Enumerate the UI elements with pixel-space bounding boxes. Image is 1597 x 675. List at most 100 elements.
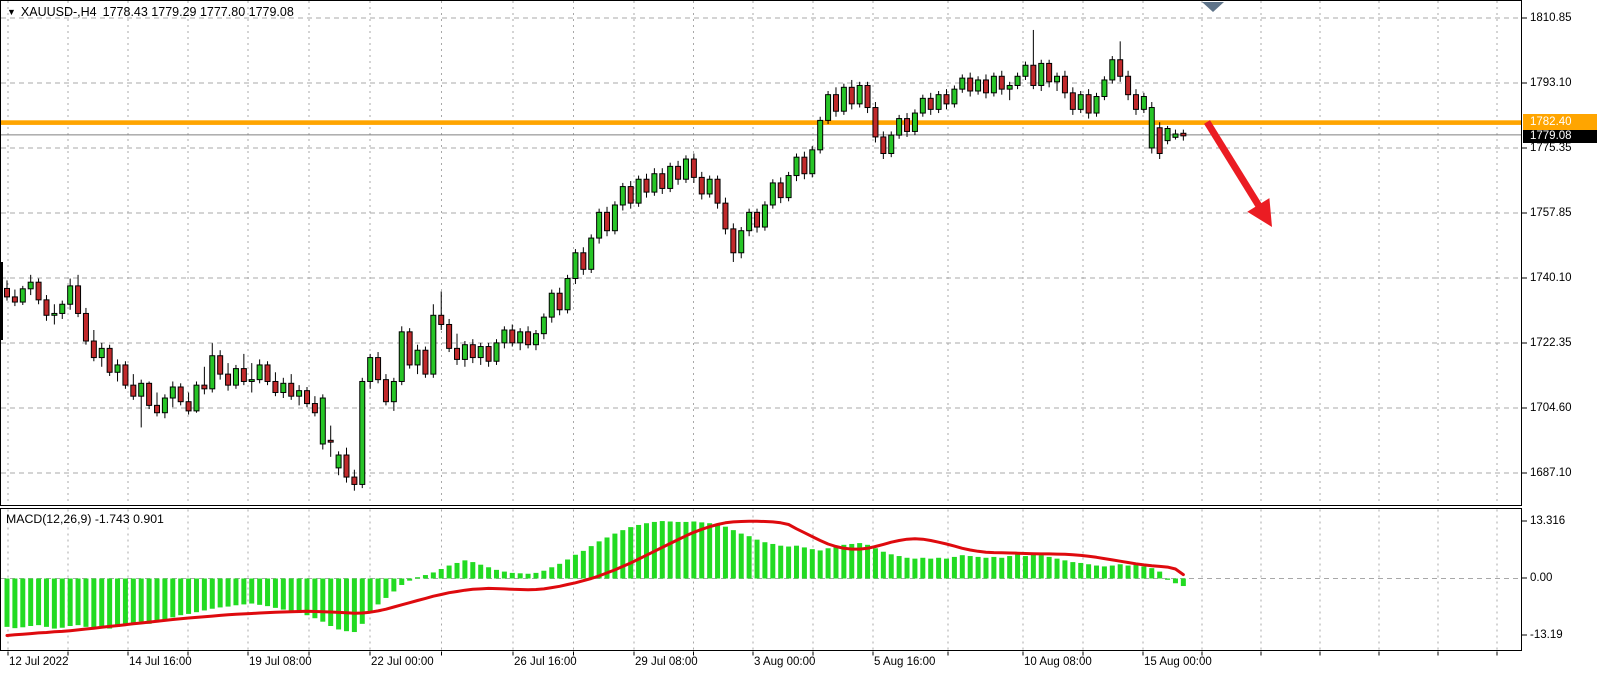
candle-bearish: [107, 348, 112, 372]
macd-histogram-bar: [115, 579, 120, 627]
macd-histogram-bar: [344, 579, 349, 632]
macd-histogram-bar: [833, 547, 838, 579]
horizontal-price-line[interactable]: [0, 120, 1522, 125]
time-axis-label: 12 Jul 2022: [9, 656, 68, 668]
macd-histogram-bar: [1023, 556, 1028, 578]
trend-arrow[interactable]: [1207, 122, 1272, 227]
price-axis-label: 1704.60: [1530, 401, 1572, 415]
candle-bearish: [1126, 76, 1131, 94]
macd-histogram-bar: [573, 555, 578, 579]
time-axis-label: 3 Aug 00:00: [754, 656, 815, 668]
time-axis-label: 14 Jul 16:00: [129, 656, 192, 668]
candle-bearish: [470, 345, 475, 358]
macd-histogram-bar: [194, 579, 199, 613]
candle-bearish: [5, 288, 10, 296]
macd-histogram-bar: [233, 579, 238, 606]
macd-histogram-bar: [952, 557, 957, 579]
macd-histogram-bar: [249, 579, 254, 604]
candle-bullish: [747, 212, 752, 230]
macd-histogram-bar: [44, 579, 49, 627]
candle-bearish: [407, 332, 412, 365]
macd-histogram-bar: [470, 562, 475, 578]
candle-bullish: [1007, 85, 1012, 89]
candle-bearish: [186, 402, 191, 411]
candle-bearish: [1062, 76, 1067, 93]
macd-histogram-bar: [731, 530, 736, 578]
candle-bullish: [589, 238, 594, 269]
price-axis-label: 1810.85: [1530, 11, 1572, 25]
macd-histogram-bar: [391, 579, 396, 592]
candle-bullish: [1055, 76, 1060, 82]
price-chart-canvas[interactable]: [0, 0, 1597, 675]
ohlc-readout: 1778.43 1779.29 1777.80 1779.08: [103, 5, 294, 19]
macd-histogram-bar: [628, 527, 633, 578]
macd-histogram-bar: [762, 542, 767, 578]
candle-bullish: [841, 87, 846, 111]
candle-bearish: [699, 177, 704, 194]
macd-histogram-bar: [549, 567, 554, 578]
candle-bullish: [194, 385, 199, 411]
macd-histogram-bar: [455, 563, 460, 579]
macd-histogram-bar: [936, 558, 941, 579]
candle-bullish: [1015, 76, 1020, 85]
candle-bullish: [857, 85, 862, 103]
macd-histogram-bar: [28, 579, 33, 626]
macd-histogram-bar: [723, 527, 728, 579]
candle-bullish: [826, 95, 831, 121]
macd-axis-label: 13.316: [1530, 514, 1565, 528]
candle-bullish: [565, 279, 570, 310]
candle-bullish: [1039, 63, 1044, 85]
candle-bullish: [139, 383, 144, 396]
price-axis-label: 1687.10: [1530, 466, 1572, 480]
macd-histogram-bar: [1141, 566, 1146, 578]
price-axis-label: 1775.35: [1530, 141, 1572, 155]
macd-histogram-bar: [68, 579, 73, 626]
time-axis-label: 19 Jul 08:00: [249, 656, 312, 668]
candle-bullish: [233, 369, 238, 386]
macd-histogram-bar: [257, 579, 262, 605]
candle-bullish: [478, 347, 483, 358]
macd-histogram-bar: [1086, 564, 1091, 578]
symbol-dropdown-icon[interactable]: ▼: [7, 7, 16, 17]
candle-bullish: [518, 332, 523, 343]
macd-histogram-bar: [439, 569, 444, 578]
macd-histogram-bar: [1118, 564, 1123, 578]
macd-histogram-bar: [597, 541, 602, 578]
candle-bearish: [1181, 133, 1186, 136]
macd-histogram-bar: [826, 548, 831, 578]
macd-histogram-bar: [1157, 572, 1162, 579]
macd-histogram-bar: [683, 522, 688, 579]
macd-histogram-bar: [510, 573, 515, 579]
candle-bearish: [1031, 65, 1036, 85]
candle-bullish: [739, 231, 744, 253]
macd-histogram-bar: [76, 579, 81, 626]
macd-histogram-bar: [1181, 579, 1186, 587]
macd-histogram-bar: [889, 554, 894, 578]
macd-histogram-bar: [447, 566, 452, 579]
candle-bearish: [76, 286, 81, 314]
macd-histogram-bar: [636, 525, 641, 579]
candle-bullish: [52, 313, 57, 315]
macd-histogram-bar: [526, 574, 531, 579]
candle-bearish: [455, 348, 460, 359]
main-pane-border: [1, 1, 1522, 506]
candle-bearish: [881, 137, 886, 154]
candle-bullish: [897, 119, 902, 136]
macd-histogram-bar: [218, 579, 223, 608]
macd-indicator-label: MACD(12,26,9) -1.743 0.901: [6, 512, 164, 526]
price-axis-label: 1757.85: [1530, 206, 1572, 220]
candle-bearish: [123, 365, 128, 385]
macd-histogram-bar: [60, 579, 65, 628]
candle-bearish: [605, 212, 610, 230]
candle-bullish: [494, 343, 499, 361]
macd-histogram-bar: [755, 540, 760, 579]
candle-bearish: [447, 324, 452, 348]
macd-histogram-bar: [202, 579, 207, 611]
macd-histogram-bar: [1015, 554, 1020, 578]
candle-bearish: [778, 183, 783, 198]
macd-histogram-bar: [802, 547, 807, 578]
macd-histogram-bar: [715, 525, 720, 579]
candle-bullish: [573, 253, 578, 279]
macd-histogram-bar: [494, 570, 499, 579]
macd-histogram-bar: [589, 546, 594, 578]
